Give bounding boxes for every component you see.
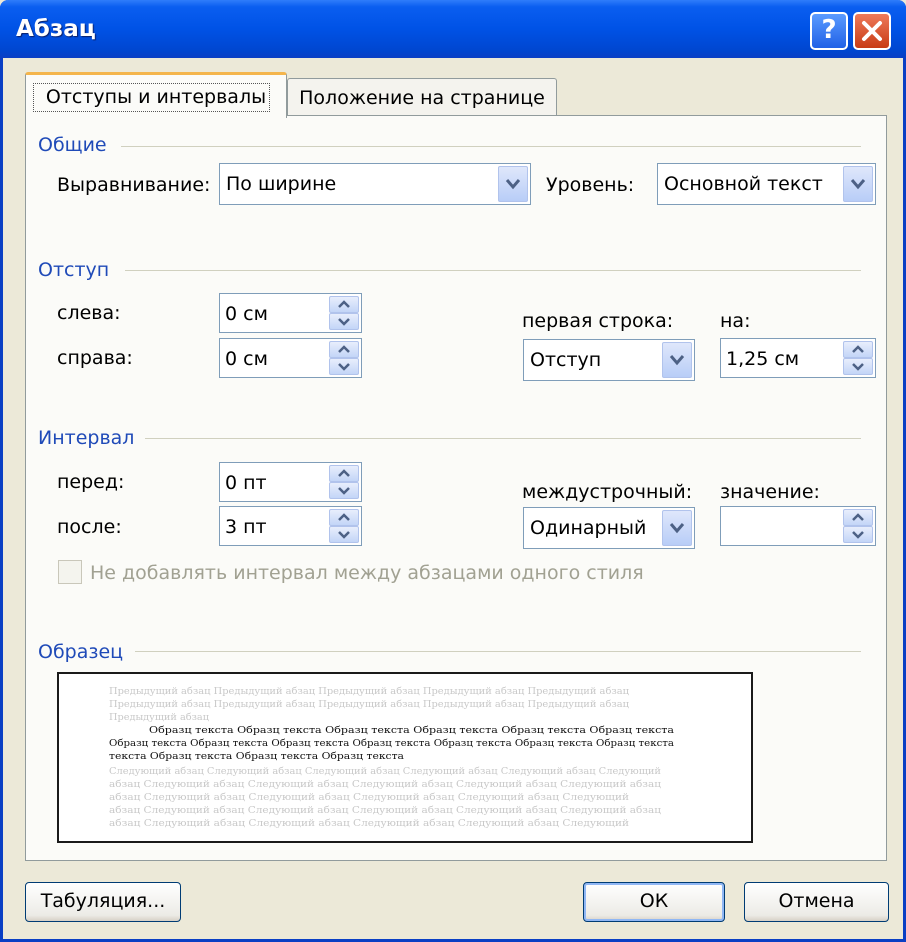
preview-text: Предыдущий абзац Предыдущий абзац Предыд… bbox=[109, 686, 674, 829]
preview-heading: Образец bbox=[38, 641, 124, 663]
spacing-at-label: значение: bbox=[720, 481, 820, 503]
first-line-label: первая строка: bbox=[522, 310, 674, 332]
prev-para-line: Предыдущий абзац Предыдущий абзац Предыд… bbox=[109, 699, 629, 710]
indent-right-value: 0 см bbox=[225, 348, 268, 370]
spacing-before-label: перед: bbox=[57, 471, 125, 493]
alignment-dropdown-button[interactable] bbox=[498, 166, 528, 202]
paragraph-dialog: Абзац ? Отступы и интервалы Положение на… bbox=[0, 0, 906, 942]
general-separator bbox=[121, 146, 861, 147]
spacing-separator bbox=[145, 438, 861, 439]
alignment-value: По ширине bbox=[226, 173, 337, 195]
level-label: Уровень: bbox=[546, 174, 635, 196]
spacing-at-spinner[interactable] bbox=[720, 506, 876, 546]
help-button[interactable]: ? bbox=[810, 12, 848, 50]
line-spacing-value: Одинарный bbox=[530, 517, 647, 539]
indent-left-label: слева: bbox=[57, 302, 121, 324]
chevron-up-icon bbox=[338, 513, 350, 521]
spin-up-button[interactable] bbox=[329, 509, 359, 526]
level-select[interactable]: Основной текст bbox=[657, 163, 876, 205]
chevron-down-icon bbox=[852, 363, 864, 371]
tabs-button[interactable]: Табуляция... bbox=[25, 882, 181, 922]
title-bar[interactable]: Абзац ? bbox=[0, 0, 906, 58]
indent-by-value: 1,25 см bbox=[726, 348, 800, 370]
chevron-down-icon bbox=[669, 355, 685, 366]
spin-down-button[interactable] bbox=[329, 358, 359, 375]
chevron-down-icon bbox=[669, 523, 685, 534]
alignment-select[interactable]: По ширине bbox=[219, 163, 531, 205]
chevron-down-icon bbox=[852, 531, 864, 539]
preview-separator bbox=[135, 651, 861, 652]
first-line-select[interactable]: Отступ bbox=[523, 339, 695, 381]
indent-by-label: на: bbox=[720, 310, 751, 332]
spin-down-button[interactable] bbox=[329, 526, 359, 543]
tab-line-page-breaks[interactable]: Положение на странице bbox=[287, 78, 557, 116]
chevron-up-icon bbox=[338, 345, 350, 353]
spin-up-button[interactable] bbox=[329, 341, 359, 358]
chevron-down-icon bbox=[338, 487, 350, 495]
spin-down-button[interactable] bbox=[843, 526, 873, 543]
chevron-down-icon bbox=[505, 179, 521, 190]
chevron-down-icon bbox=[338, 318, 350, 326]
line-spacing-label: междустрочный: bbox=[522, 481, 693, 503]
indent-left-value: 0 см bbox=[225, 303, 268, 325]
next-para-line: Следующий абзац Следующий абзац Следующи… bbox=[109, 766, 661, 777]
chevron-down-icon bbox=[338, 363, 350, 371]
line-spacing-select[interactable]: Одинарный bbox=[523, 507, 695, 549]
indent-right-spinner[interactable]: 0 см bbox=[219, 338, 362, 378]
line-spacing-dropdown-button[interactable] bbox=[662, 510, 692, 546]
level-dropdown-button[interactable] bbox=[843, 166, 873, 202]
dialog-title: Абзац bbox=[16, 16, 96, 42]
close-button[interactable] bbox=[853, 12, 891, 50]
spacing-after-label: после: bbox=[57, 516, 122, 538]
spin-down-button[interactable] bbox=[329, 313, 359, 330]
sample-para-line: Образц текста Образц текста Образц текст… bbox=[149, 725, 674, 736]
next-para-line: абзац Следующий абзац Следующий абзац Сл… bbox=[109, 805, 661, 816]
tab-line-page-breaks-label: Положение на странице bbox=[299, 87, 545, 109]
chevron-up-icon bbox=[852, 345, 864, 353]
spacing-heading: Интервал bbox=[38, 427, 135, 449]
close-icon bbox=[862, 21, 882, 41]
prev-para-line: Предыдущий абзац bbox=[109, 712, 209, 723]
spin-down-button[interactable] bbox=[843, 358, 873, 375]
spacing-after-spinner[interactable]: 3 пт bbox=[219, 506, 362, 546]
no-space-same-style-label: Не добавлять интервал между абзацами одн… bbox=[90, 562, 644, 584]
indent-separator bbox=[125, 270, 861, 271]
prev-para-line: Предыдущий абзац Предыдущий абзац Предыд… bbox=[109, 686, 629, 697]
level-value: Основной текст bbox=[664, 173, 823, 195]
spin-up-button[interactable] bbox=[843, 509, 873, 526]
next-para-line: абзац Следующий абзац Следующий абзац Сл… bbox=[109, 779, 661, 790]
chevron-up-icon bbox=[338, 469, 350, 477]
first-line-dropdown-button[interactable] bbox=[662, 342, 692, 378]
spin-up-button[interactable] bbox=[329, 465, 359, 482]
alignment-label: Выравнивание: bbox=[57, 174, 211, 196]
sample-para-line: Образц текста Образц текста Образц текст… bbox=[109, 738, 674, 749]
spin-down-button[interactable] bbox=[329, 482, 359, 499]
next-para-line: абзац Следующий абзац Следующий абзац Сл… bbox=[109, 818, 629, 829]
spacing-after-value: 3 пт bbox=[225, 516, 267, 538]
next-para-line: абзац Следующий абзац Следующий абзац Сл… bbox=[109, 792, 629, 803]
spin-up-button[interactable] bbox=[843, 341, 873, 358]
spacing-before-spinner[interactable]: 0 пт bbox=[219, 462, 362, 502]
general-heading: Общие bbox=[38, 134, 107, 156]
chevron-down-icon bbox=[850, 179, 866, 190]
spin-up-button[interactable] bbox=[329, 296, 359, 313]
chevron-up-icon bbox=[852, 513, 864, 521]
ok-button[interactable]: ОК bbox=[583, 882, 725, 922]
sample-para-line: текста Образц текста Образц текста Образ… bbox=[109, 751, 404, 762]
indent-by-spinner[interactable]: 1,25 см bbox=[720, 338, 876, 378]
indent-heading: Отступ bbox=[38, 259, 110, 281]
first-line-value: Отступ bbox=[530, 349, 602, 371]
tab-indents-spacing[interactable]: Отступы и интервалы bbox=[25, 72, 287, 118]
indent-right-label: справа: bbox=[57, 347, 133, 369]
preview-box: Предыдущий абзац Предыдущий абзац Предыд… bbox=[57, 672, 753, 843]
indent-left-spinner[interactable]: 0 см bbox=[219, 293, 362, 333]
cancel-button[interactable]: Отмена bbox=[744, 882, 889, 922]
no-space-same-style-checkbox[interactable] bbox=[58, 560, 82, 584]
spacing-before-value: 0 пт bbox=[225, 472, 267, 494]
chevron-up-icon bbox=[338, 300, 350, 308]
chevron-down-icon bbox=[338, 531, 350, 539]
tab-indents-spacing-label: Отступы и интервалы bbox=[45, 86, 267, 108]
